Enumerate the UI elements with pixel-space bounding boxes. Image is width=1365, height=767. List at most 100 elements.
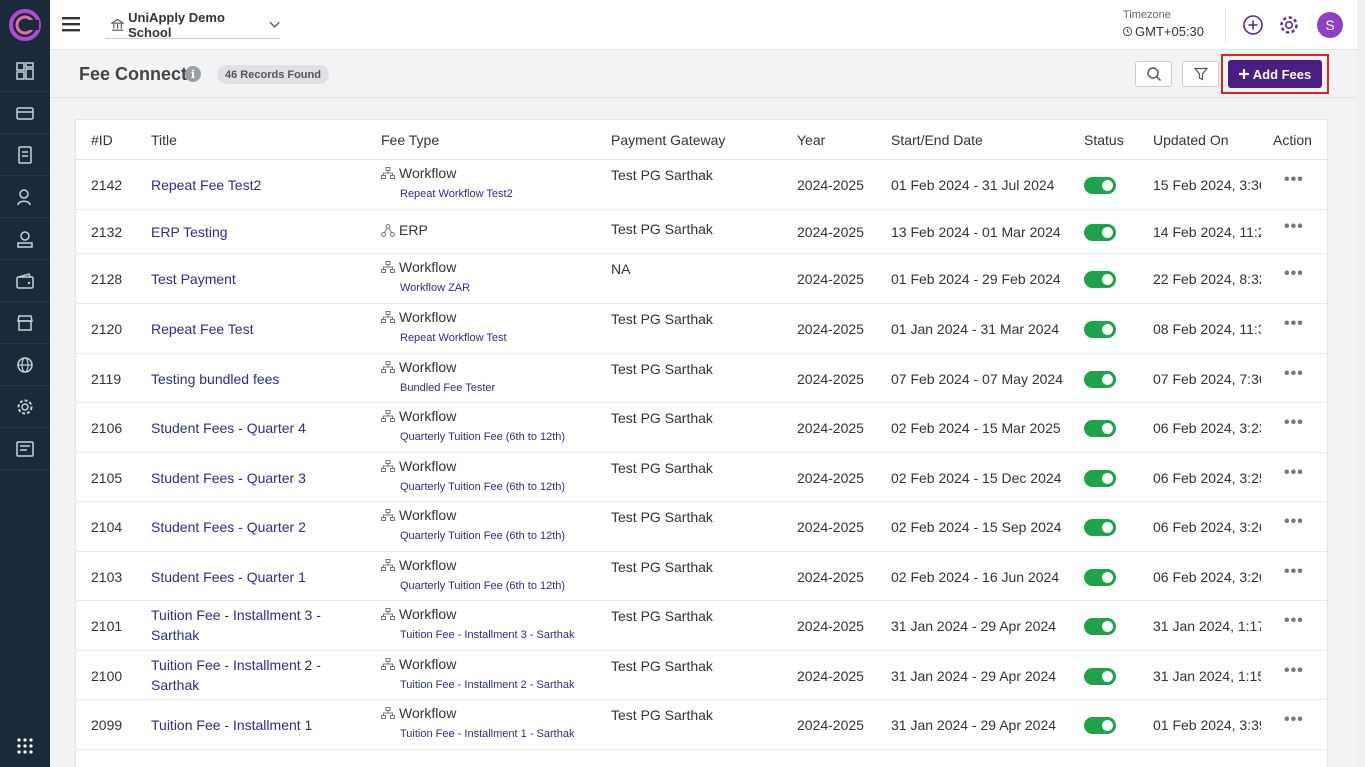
- row-fee-sub-link[interactable]: Quarterly Tuition Fee (6th to 12th): [400, 431, 565, 443]
- more-actions-icon[interactable]: •••: [1284, 662, 1304, 680]
- column-header-status[interactable]: Status: [1084, 132, 1124, 148]
- sidebar-item-profile[interactable]: [0, 218, 50, 260]
- sidebar-item-dashboard[interactable]: [0, 50, 50, 92]
- row-fee-sub-link[interactable]: Quarterly Tuition Fee (6th to 12th): [400, 530, 565, 542]
- sidebar-item-payments[interactable]: [0, 92, 50, 134]
- more-actions-icon[interactable]: •••: [1284, 414, 1304, 432]
- workflow-icon: [381, 657, 395, 670]
- table-row[interactable]: 2099 Tuition Fee - Installment 1 Workflow T…: [76, 700, 1327, 750]
- row-fee-sub-link[interactable]: Quarterly Tuition Fee (6th to 12th): [400, 580, 565, 592]
- column-header-payment-gateway[interactable]: Payment Gateway: [611, 132, 725, 148]
- sidebar-item-wallet[interactable]: [0, 260, 50, 302]
- row-title-link[interactable]: Tuition Fee - Installment 1: [151, 715, 341, 735]
- more-actions-icon[interactable]: •••: [1284, 464, 1304, 482]
- column-header-id[interactable]: #ID: [91, 132, 113, 148]
- table-row[interactable]: 2132 ERP Testing ERP Test PG Sarthak 2024-20…: [76, 210, 1327, 254]
- status-toggle[interactable]: [1084, 470, 1116, 487]
- column-header-year[interactable]: Year: [797, 132, 825, 148]
- row-title-link[interactable]: ERP Testing: [151, 222, 341, 242]
- row-updated: 15 Feb 2024, 3:36: [1153, 177, 1261, 193]
- row-gateway: NA: [611, 261, 631, 277]
- search-button[interactable]: [1135, 61, 1172, 87]
- row-fee-type: Workflow: [381, 309, 456, 325]
- more-actions-icon[interactable]: •••: [1284, 218, 1304, 236]
- row-title-link[interactable]: Student Fees - Quarter 1: [151, 567, 341, 587]
- table-row[interactable]: 2104 Student Fees - Quarter 2 Workflow Quar…: [76, 502, 1327, 552]
- status-toggle[interactable]: [1084, 371, 1116, 388]
- more-actions-icon[interactable]: •••: [1284, 171, 1304, 189]
- status-toggle[interactable]: [1084, 618, 1116, 635]
- more-actions-icon[interactable]: •••: [1284, 563, 1304, 581]
- row-title-link[interactable]: Student Fees - Quarter 2: [151, 517, 341, 537]
- row-fee-sub-link[interactable]: Repeat Workflow Test: [400, 332, 507, 344]
- settings-button[interactable]: [1277, 13, 1301, 37]
- sidebar-item-store[interactable]: [0, 302, 50, 344]
- status-toggle[interactable]: [1084, 668, 1116, 685]
- table-row[interactable]: 2101 Tuition Fee - Installment 3 - Sartha…: [76, 601, 1327, 651]
- sidebar-item-forms[interactable]: [0, 428, 50, 470]
- row-title-link[interactable]: Tuition Fee - Installment 2 - Sarthak: [151, 655, 341, 695]
- more-actions-icon[interactable]: •••: [1284, 315, 1304, 333]
- table-row[interactable]: 2103 Student Fees - Quarter 1 Workflow Quar…: [76, 552, 1327, 601]
- status-toggle[interactable]: [1084, 420, 1116, 437]
- table-row[interactable]: 2105 Student Fees - Quarter 3 Workflow Quar…: [76, 453, 1327, 502]
- table-row[interactable]: 2142 Repeat Fee Test2 Workflow Repeat Workf…: [76, 160, 1327, 210]
- row-fee-type: ERP: [381, 222, 428, 238]
- row-gateway: Test PG Sarthak: [611, 410, 713, 426]
- status-toggle[interactable]: [1084, 271, 1116, 288]
- row-gateway: Test PG Sarthak: [611, 509, 713, 525]
- row-title-link[interactable]: Test Payment: [151, 269, 341, 289]
- status-toggle[interactable]: [1084, 321, 1116, 338]
- row-fee-sub-link[interactable]: Quarterly Tuition Fee (6th to 12th): [400, 481, 565, 493]
- column-header-dates[interactable]: Start/End Date: [891, 132, 983, 148]
- school-selector[interactable]: UniApply Demo School: [105, 10, 280, 40]
- row-fee-sub-link[interactable]: Tuition Fee - Installment 1 - Sarthak: [400, 728, 574, 740]
- table-row[interactable]: 2128 Test Payment Workflow Workflow ZAR NA 20…: [76, 254, 1327, 304]
- add-fees-button[interactable]: Add Fees: [1228, 60, 1322, 88]
- status-toggle[interactable]: [1084, 519, 1116, 536]
- status-toggle[interactable]: [1084, 569, 1116, 586]
- sidebar-item-users[interactable]: [0, 176, 50, 218]
- app-logo[interactable]: [0, 0, 50, 50]
- sidebar-item-documents[interactable]: [0, 134, 50, 176]
- filter-button[interactable]: [1182, 61, 1219, 87]
- status-toggle[interactable]: [1084, 224, 1116, 241]
- apps-grid-button[interactable]: [0, 731, 50, 761]
- user-icon: [17, 188, 31, 205]
- store-icon: [17, 314, 33, 331]
- status-toggle[interactable]: [1084, 177, 1116, 194]
- row-year: 2024-2025: [797, 271, 864, 287]
- row-title-link[interactable]: Student Fees - Quarter 4: [151, 418, 341, 438]
- row-fee-sub-link[interactable]: Workflow ZAR: [400, 282, 470, 294]
- row-title-link[interactable]: Testing bundled fees: [151, 369, 341, 389]
- avatar[interactable]: S: [1317, 12, 1343, 38]
- workflow-icon: [381, 409, 395, 422]
- menu-icon[interactable]: [62, 15, 80, 33]
- row-fee-sub-link[interactable]: Tuition Fee - Installment 3 - Sarthak: [400, 629, 574, 641]
- column-header-updated[interactable]: Updated On: [1153, 132, 1229, 148]
- table-row[interactable]: 2119 Testing bundled fees Workflow Bundled …: [76, 354, 1327, 403]
- table-row[interactable]: 2100 Tuition Fee - Installment 2 - Sartha…: [76, 651, 1327, 700]
- more-actions-icon[interactable]: •••: [1284, 265, 1304, 283]
- more-actions-icon[interactable]: •••: [1284, 513, 1304, 531]
- add-circle-button[interactable]: [1241, 13, 1265, 37]
- column-header-fee-type[interactable]: Fee Type: [381, 132, 439, 148]
- more-actions-icon[interactable]: •••: [1284, 612, 1304, 630]
- row-fee-sub-link[interactable]: Bundled Fee Tester: [400, 382, 495, 394]
- scrollbar[interactable]: [1357, 0, 1365, 767]
- row-title-link[interactable]: Repeat Fee Test2: [151, 175, 341, 195]
- column-header-title[interactable]: Title: [151, 132, 177, 148]
- row-title-link[interactable]: Tuition Fee - Installment 3 - Sarthak: [151, 605, 341, 645]
- status-toggle[interactable]: [1084, 717, 1116, 734]
- sidebar-item-globe[interactable]: [0, 344, 50, 386]
- row-fee-sub-link[interactable]: Tuition Fee - Installment 2 - Sarthak: [400, 679, 574, 691]
- more-actions-icon[interactable]: •••: [1284, 711, 1304, 729]
- table-row[interactable]: 2106 Student Fees - Quarter 4 Workflow Quar…: [76, 403, 1327, 453]
- row-fee-sub-link[interactable]: Repeat Workflow Test2: [400, 188, 513, 200]
- table-row[interactable]: 2120 Repeat Fee Test Workflow Repeat Workfl…: [76, 304, 1327, 354]
- more-actions-icon[interactable]: •••: [1284, 365, 1304, 383]
- row-title-link[interactable]: Student Fees - Quarter 3: [151, 468, 341, 488]
- sidebar-item-settings[interactable]: [0, 386, 50, 428]
- info-icon[interactable]: i: [185, 66, 201, 82]
- row-title-link[interactable]: Repeat Fee Test: [151, 319, 341, 339]
